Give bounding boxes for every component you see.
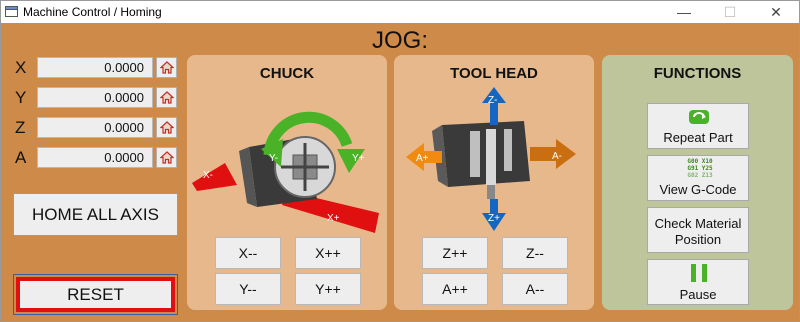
home-x-button[interactable]: [156, 57, 177, 78]
home-icon: [160, 151, 174, 164]
home-y-button[interactable]: [156, 87, 177, 108]
tool-head-diagram: Z- Z+ A+ A-: [406, 87, 576, 231]
repeat-part-button[interactable]: Repeat Part: [647, 103, 749, 149]
pause-icon: [691, 264, 707, 282]
home-icon: [160, 121, 174, 134]
jog-title: JOG:: [371, 27, 428, 54]
jog-x-plus-button[interactable]: X++: [295, 237, 361, 269]
close-button[interactable]: ✕: [753, 1, 799, 23]
jog-y-minus-button[interactable]: Y--: [215, 273, 281, 305]
jog-a-minus-button[interactable]: A--: [502, 273, 568, 305]
axis-value-y: 0.0000: [37, 87, 153, 108]
tool-z-plus-arrow-label: Z+: [488, 213, 500, 224]
axis-value-x: 0.0000: [37, 57, 153, 78]
jog-a-plus-button[interactable]: A++: [422, 273, 488, 305]
check-material-position-button[interactable]: Check Material Position: [647, 207, 749, 253]
reset-button-frame: RESET: [13, 274, 178, 315]
tool-a-minus-arrow-label: A-: [552, 151, 562, 162]
reset-button[interactable]: RESET: [16, 277, 175, 312]
jog-z-minus-button[interactable]: Z--: [502, 237, 568, 269]
chuck-x-minus-arrow-label: X-: [203, 170, 213, 181]
tool-a-plus-arrow-label: A+: [416, 153, 429, 164]
home-icon: [160, 91, 174, 104]
gcode-icon-line: G02 Z13: [687, 172, 713, 179]
chuck-x-plus-arrow-label: X+: [327, 213, 340, 224]
axis-label-y: Y: [15, 88, 27, 107]
main-area: JOG: X 0.0000 Y 0.0000 Z 0.0000 A 0.0000…: [1, 23, 799, 321]
axis-label-a: A: [15, 148, 27, 167]
repeat-part-label: Repeat Part: [663, 130, 733, 145]
x-minus-arrow-icon: [192, 163, 237, 191]
title-bar: Machine Control / Homing — ☐ ✕: [1, 1, 799, 23]
pause-label: Pause: [679, 287, 717, 302]
home-all-axis-button[interactable]: HOME ALL AXIS: [13, 193, 178, 236]
jog-z-plus-button[interactable]: Z++: [422, 237, 488, 269]
window-title: Machine Control / Homing: [23, 5, 162, 19]
maximize-button[interactable]: ☐: [707, 1, 753, 23]
tool-z-minus-arrow-label: Z-: [488, 95, 497, 106]
chuck-title: CHUCK: [259, 65, 315, 82]
check-material-label-line1: Check Material: [654, 216, 742, 231]
axis-value-a: 0.0000: [37, 147, 153, 168]
chuck-y-plus-arrow-label: Y+: [352, 153, 365, 164]
pause-button[interactable]: Pause: [647, 259, 749, 305]
machine-control-window: Machine Control / Homing — ☐ ✕ JOG: X 0.…: [0, 0, 800, 322]
app-window-icon: [5, 6, 18, 17]
axis-value-z: 0.0000: [37, 117, 153, 138]
repeat-icon: [689, 110, 709, 124]
gcode-icon-line: G91 Y25: [687, 165, 713, 172]
home-z-button[interactable]: [156, 117, 177, 138]
home-icon: [160, 61, 174, 74]
view-gcode-button[interactable]: G00 X10 G91 Y25 G02 Z13 View G-Code: [647, 155, 749, 201]
axis-label-z: Z: [15, 118, 26, 137]
functions-panel: FUNCTIONS Repeat Part G00 X10 G91 Y25 G0…: [602, 55, 793, 310]
gcode-icon: G00 X10 G91 Y25 G02 Z13: [676, 158, 724, 179]
minimize-button[interactable]: —: [661, 1, 707, 23]
jog-x-minus-button[interactable]: X--: [215, 237, 281, 269]
axis-label-x: X: [15, 58, 27, 77]
chuck-panel: CHUCK X- X+ Y- Y+ X-- X++ Y-- Y++: [187, 55, 387, 310]
home-a-button[interactable]: [156, 147, 177, 168]
gcode-icon-line: G00 X10: [687, 158, 713, 165]
chuck-y-minus-arrow-label: Y-: [269, 153, 278, 164]
tool-head-panel: TOOL HEAD Z- Z+ A+ A- Z++ Z-- A++ A--: [394, 55, 594, 310]
check-material-label-line2: Position: [674, 232, 722, 247]
view-gcode-label: View G-Code: [659, 182, 737, 197]
jog-y-plus-button[interactable]: Y++: [295, 273, 361, 305]
functions-title: FUNCTIONS: [653, 65, 742, 82]
chuck-diagram: X- X+ Y- Y+: [192, 111, 379, 233]
tool-head-title: TOOL HEAD: [450, 65, 538, 82]
